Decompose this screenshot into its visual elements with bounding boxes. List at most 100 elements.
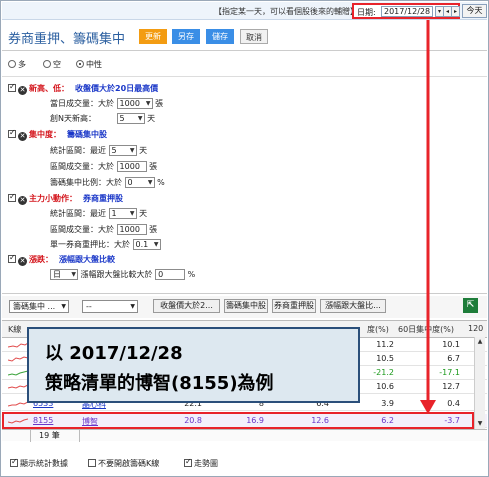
- param-unit: 天: [139, 146, 148, 155]
- no-kline-option[interactable]: 不要開啟籌碼K線: [88, 458, 159, 469]
- select-value: 0.1: [135, 240, 149, 249]
- strategy-2-param-period: 統計區間：最近 5 ▼ 天: [50, 145, 147, 157]
- date-hint: 【指定某一天，可以看個股後來的輔贈】: [214, 7, 358, 16]
- trend-chart-option[interactable]: 走勢圖: [184, 457, 218, 469]
- filter-broker-button[interactable]: 券商重押股: [272, 299, 316, 313]
- volume-input[interactable]: 1000: [116, 161, 147, 172]
- callout-line-1: 以 2017/12/28: [45, 343, 183, 364]
- remove-icon[interactable]: ✕: [18, 196, 27, 205]
- next-day-icon[interactable]: ▸: [451, 6, 460, 17]
- param-label: 區間成交量：大於: [50, 225, 114, 234]
- select-value: 5: [119, 114, 125, 123]
- footer-options: 顯示統計數據 不要開啟籌碼K線 走勢圖: [2, 452, 487, 472]
- filter-close-price-button[interactable]: 收盤價大於2...: [153, 299, 220, 313]
- param-label: 統計區間：最近: [50, 209, 106, 218]
- radio-dot: [76, 60, 84, 68]
- param-unit: 張: [149, 225, 158, 234]
- header-col3[interactable]: 度(%): [367, 324, 389, 335]
- app-window: 【指定某一天，可以看個股後來的輔贈】 日期: 2017/12/28 ▾ ◂ ▸ …: [0, 0, 489, 477]
- param-unit: 天: [147, 114, 156, 123]
- cell-col4: 6.7: [447, 354, 460, 363]
- mode-radio-neutral[interactable]: 中性: [76, 59, 102, 70]
- param-unit: 張: [155, 99, 164, 108]
- radio-dot: [8, 60, 16, 68]
- today-button[interactable]: 今天: [462, 4, 487, 18]
- ratio-select[interactable]: 0.1 ▼: [132, 239, 161, 250]
- strategy-2-checkbox[interactable]: [8, 128, 16, 138]
- strategy-combo[interactable]: 籌碼集中 ... ▼: [9, 300, 69, 313]
- remove-icon[interactable]: ✕: [18, 86, 27, 95]
- callout-line-2: 策略清單的博智(8155)為例: [45, 373, 274, 394]
- param-unit: %: [187, 270, 196, 279]
- show-stats-option[interactable]: 顯示統計數據: [10, 457, 68, 469]
- filter-combo[interactable]: -- ▼: [82, 300, 138, 313]
- chevron-down-icon: ▼: [147, 179, 153, 186]
- strategy-3-param-ratio: 單一券商重押比：大於 0.1 ▼: [50, 239, 161, 251]
- header-col4[interactable]: 60日集中度(%): [398, 324, 454, 335]
- select-value: 日: [53, 270, 61, 279]
- chevron-down-icon: ▼: [61, 303, 66, 310]
- mode-radio-long[interactable]: 多: [8, 59, 26, 70]
- period-select[interactable]: 5 ▼: [108, 145, 137, 156]
- header-kline[interactable]: K線: [8, 324, 21, 335]
- ratio-select[interactable]: 0 ▼: [124, 177, 155, 188]
- compare-input[interactable]: 0: [155, 269, 186, 280]
- param-label: 統計區間：最近: [50, 146, 106, 155]
- strategy-3-header: ✕主力小動作： 券商重押股: [8, 192, 123, 205]
- param-label: 籌碼集中比例：大於: [50, 178, 122, 187]
- update-button[interactable]: 更新: [139, 29, 167, 44]
- select-value: 0: [127, 178, 133, 187]
- strategy-3-checkbox[interactable]: [8, 192, 16, 202]
- cell-col3: 10.5: [376, 354, 394, 363]
- select-value: 5: [111, 146, 117, 155]
- strategy-1-header: ✕新高、低： 收盤價大於20日最高價: [8, 82, 158, 95]
- mode-radio-short[interactable]: 空: [43, 59, 61, 70]
- show-stats-checkbox[interactable]: [10, 457, 18, 467]
- scroll-up-icon[interactable]: ▲: [475, 337, 485, 347]
- kline-sparkline: [8, 356, 28, 362]
- cancel-button[interactable]: 取消: [240, 29, 268, 44]
- chevron-down-icon: ▼: [129, 147, 135, 154]
- header-col5[interactable]: 120: [468, 324, 483, 333]
- combo-value: 籌碼集中 ...: [13, 302, 56, 311]
- volume-select[interactable]: 1000 ▼: [116, 98, 153, 109]
- period-select[interactable]: 1 ▼: [108, 208, 137, 219]
- days-select[interactable]: 5 ▼: [116, 113, 145, 124]
- strategy-1-param-volume: 當日成交量：大於 1000 ▼ 張: [50, 98, 163, 110]
- param-label: 漲幅跟大盤比較大於: [80, 270, 153, 279]
- date-input[interactable]: 2017/12/28: [381, 6, 433, 17]
- table-scrollbar[interactable]: ▲ ▼: [474, 337, 485, 429]
- param-label: 當日成交量：大於: [50, 99, 114, 108]
- remove-icon[interactable]: ✕: [18, 132, 27, 141]
- chevron-down-icon: ▼: [129, 210, 135, 217]
- export-excel-icon[interactable]: ⇱: [463, 298, 478, 313]
- strategy-3-param-period: 統計區間：最近 1 ▼ 天: [50, 208, 147, 220]
- volume-input[interactable]: 1000: [116, 224, 147, 235]
- date-picker[interactable]: 日期: 2017/12/28 ▾ ◂ ▸: [352, 3, 460, 19]
- param-unit: 張: [149, 162, 158, 171]
- remove-icon[interactable]: ✕: [18, 257, 27, 266]
- strategy-name: 新高、低：: [29, 84, 69, 93]
- date-banner: 【指定某一天，可以看個股後來的輔贈】 日期: 2017/12/28 ▾ ◂ ▸ …: [2, 2, 487, 20]
- no-kline-checkbox[interactable]: [88, 459, 96, 467]
- kline-sparkline: [8, 370, 28, 376]
- strategy-4-checkbox[interactable]: [8, 253, 16, 263]
- kline-sparkline: [8, 384, 28, 389]
- cell-col4: 12.7: [442, 382, 460, 391]
- strategy-3-param-volume: 區間成交量：大於 1000 張: [50, 224, 157, 236]
- strategy-header: 券商重押、籌碼集中 更新 另存 儲存 取消: [2, 21, 487, 51]
- save-button[interactable]: 儲存: [206, 29, 234, 44]
- param-unit: 天: [139, 209, 148, 218]
- date-label: 日期:: [357, 8, 376, 17]
- period-unit-select[interactable]: 日 ▼: [50, 269, 78, 280]
- chevron-down-icon: ▼: [153, 241, 159, 248]
- cell-col3: -21.2: [373, 368, 394, 377]
- filter-compare-button[interactable]: 漲幅跟大盤比...: [320, 299, 386, 313]
- scroll-down-icon[interactable]: ▼: [475, 419, 485, 429]
- result-toolbar: 籌碼集中 ... ▼ -- ▼ 收盤價大於2... 籌碼集中股 券商重押股 漲幅跟大…: [2, 296, 487, 318]
- annotation-callout: 以 2017/12/28 策略清單的博智(8155)為例: [27, 327, 360, 403]
- filter-concentration-button[interactable]: 籌碼集中股: [224, 299, 268, 313]
- save-as-button[interactable]: 另存: [172, 29, 200, 44]
- trend-chart-checkbox[interactable]: [184, 457, 192, 467]
- strategy-1-checkbox[interactable]: [8, 82, 16, 92]
